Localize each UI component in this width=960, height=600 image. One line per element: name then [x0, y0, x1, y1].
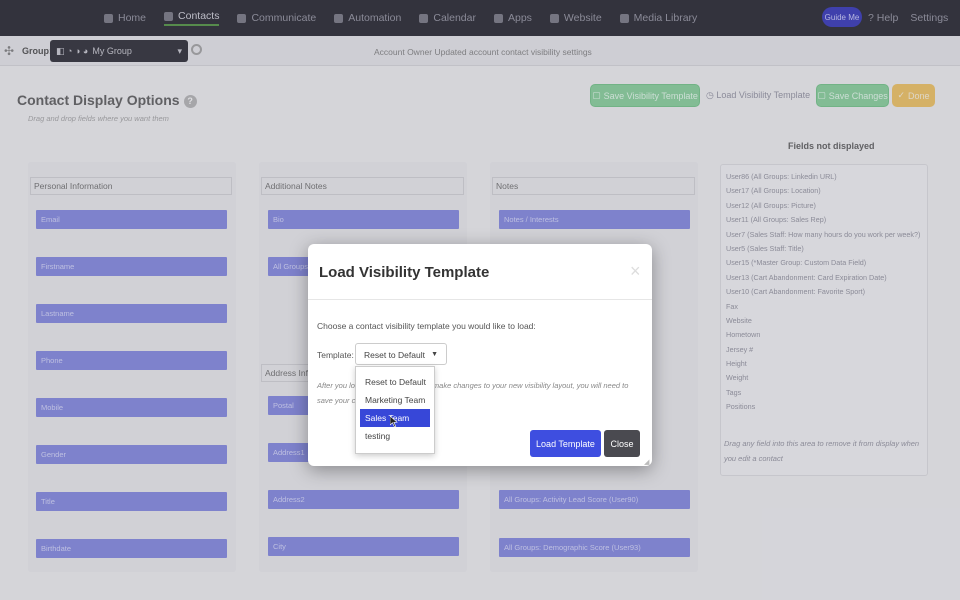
resize-handle-icon[interactable]: ◢: [644, 458, 649, 466]
template-option[interactable]: Marketing Team: [356, 391, 434, 409]
load-template-button[interactable]: Load Template: [530, 430, 601, 457]
close-button[interactable]: Close: [604, 430, 640, 457]
template-option[interactable]: testing: [356, 427, 434, 445]
mouse-cursor-icon: [390, 416, 398, 427]
modal-divider: [308, 299, 652, 300]
modal-title: Load Visibility Template: [319, 264, 490, 281]
template-dropdown: Reset to Default Marketing Team Sales Team…: [355, 366, 435, 454]
template-label: Template:: [317, 350, 354, 360]
close-icon[interactable]: ×: [630, 261, 641, 282]
template-option[interactable]: Reset to Default: [356, 373, 434, 391]
template-select[interactable]: Reset to Default ▼: [355, 343, 447, 365]
caret-down-icon: ▼: [431, 351, 438, 358]
template-select-value: Reset to Default: [364, 350, 425, 360]
modal-prompt: Choose a contact visibility template you…: [317, 321, 536, 331]
